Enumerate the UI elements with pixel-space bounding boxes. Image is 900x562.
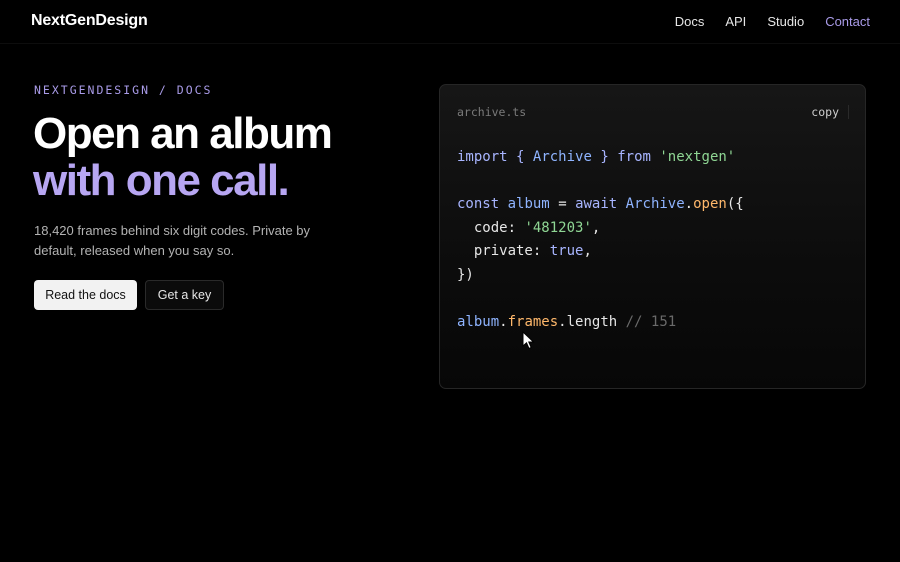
top-nav: NextGenDesign Docs API Studio Contact <box>0 0 900 44</box>
page-title: Open an album with one call. <box>33 109 333 205</box>
tok-await: await <box>575 196 618 213</box>
tok-comma: , <box>583 243 592 260</box>
tok-length: .length <box>558 314 618 331</box>
read-docs-button[interactable]: Read the docs <box>34 280 137 310</box>
tok-brace: } <box>600 149 609 165</box>
nav-link-api[interactable]: API <box>725 14 746 29</box>
tok-brace: { <box>516 149 525 165</box>
tok-dot: . <box>684 196 694 213</box>
tok-archive: Archive <box>532 149 592 165</box>
tok-album: album <box>507 196 550 213</box>
tok-frames: frames <box>507 314 559 331</box>
code-snippet-card: archive.ts copy import { Archive } from … <box>439 84 866 389</box>
arrow-cursor-icon <box>522 331 535 350</box>
code-filename: archive.ts <box>457 105 527 119</box>
tok-open: open <box>693 196 727 213</box>
nav-link-docs[interactable]: Docs <box>675 14 705 29</box>
brand-logo[interactable]: NextGenDesign <box>31 12 148 30</box>
tok-private-key: private: <box>473 243 542 260</box>
code-block[interactable]: import { Archive } from 'nextgen' const … <box>457 146 744 335</box>
get-key-button[interactable]: Get a key <box>145 280 224 310</box>
tok-album: album <box>457 314 500 331</box>
nav-link-contact[interactable]: Contact <box>825 14 870 29</box>
tok-const: const <box>457 196 500 213</box>
nav-links: Docs API Studio Contact <box>675 14 870 29</box>
tok-module: 'nextgen' <box>659 149 736 165</box>
breadcrumb-eyebrow: NEXTGENDESIGN / DOCS <box>34 83 213 97</box>
tok-eq: = <box>558 196 567 213</box>
tok-archive: Archive <box>625 196 685 213</box>
tok-code-key: code: <box>473 219 517 236</box>
tok-comma: , <box>591 219 601 236</box>
tok-import: import <box>457 149 508 165</box>
tok-true: true <box>549 243 584 260</box>
tok-punct: }) <box>457 266 474 283</box>
tok-dot: . <box>499 314 508 331</box>
tok-comment: // 151 <box>625 314 677 331</box>
copy-button[interactable]: copy <box>811 105 849 119</box>
tok-from: from <box>617 149 651 165</box>
headline-line-2: with one call. <box>33 156 290 205</box>
headline-line-1: Open an album <box>33 109 333 158</box>
tok-code-value: '481203' <box>524 219 592 236</box>
tok-punct: ({ <box>726 196 744 213</box>
nav-link-studio[interactable]: Studio <box>767 14 804 29</box>
hero-subtitle: 18,420 frames behind six digit codes. Pr… <box>34 223 311 258</box>
